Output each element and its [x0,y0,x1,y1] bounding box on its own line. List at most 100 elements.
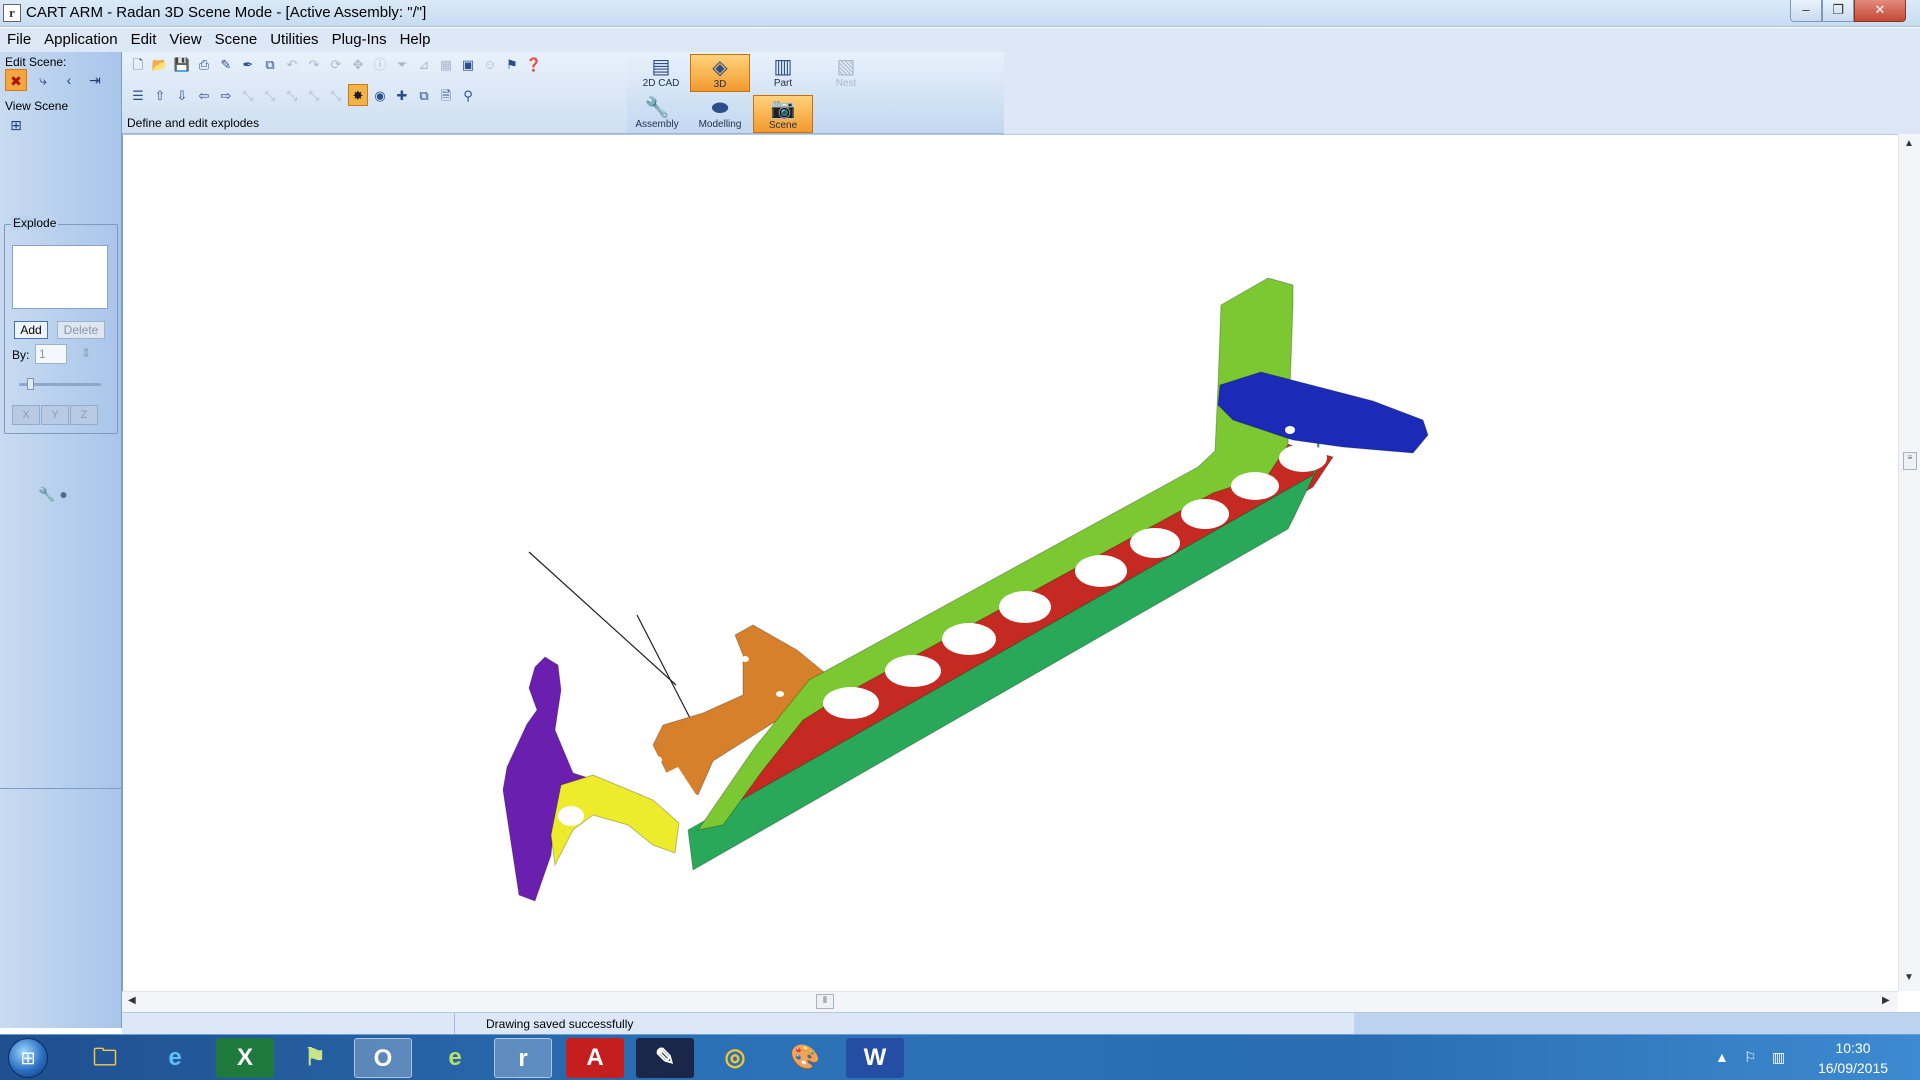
taskbar-outlook[interactable]: O [354,1038,412,1078]
help-icon[interactable]: ❓ [524,54,544,76]
move-cross-icon[interactable]: ✚ [392,85,412,107]
taskbar-excel[interactable]: X [216,1038,274,1078]
align-icon[interactable]: ⤡ [326,85,346,107]
align-icon[interactable]: ⤡ [238,85,258,107]
arrow-down-icon[interactable]: ⇩ [172,85,192,107]
scroll-grip-icon[interactable]: ≡ [1903,452,1917,470]
pin-icon[interactable]: ⚑ [502,54,522,76]
grid-icon[interactable]: ▦ [436,54,456,76]
export-icon[interactable]: ⇥ [84,69,106,91]
horizontal-scrollbar[interactable]: ◀ ⦀ ▶ [122,991,1898,1012]
save-icon[interactable]: 💾 [172,54,192,76]
undo-icon[interactable]: ↶ [282,54,302,76]
taskbar-acrobat[interactable]: A [566,1038,624,1078]
mode-modelling[interactable]: ⬬ Modelling [690,95,750,133]
mode-3d[interactable]: ◈ 3D [690,54,750,92]
explode-icon[interactable]: ✸ [348,84,368,106]
axis-z-button[interactable]: Z [70,405,98,425]
mode-2d-cad[interactable]: ▤ 2D CAD [631,54,691,92]
redo-icon[interactable]: ↷ [304,54,324,76]
user-icon[interactable]: ☺ [480,54,500,76]
scroll-right-icon[interactable]: ▶ [1882,995,1890,1006]
select-icon[interactable]: ▣ [458,54,478,76]
taskbar-word[interactable]: W [846,1038,904,1078]
scroll-grip-icon[interactable]: ⦀ [816,994,834,1009]
taskbar-explorer[interactable]: 🗀 [76,1038,134,1078]
menu-help[interactable]: Help [393,28,437,52]
menu-file[interactable]: File [0,28,37,52]
taskbar-maps[interactable]: ⚑ [286,1038,344,1078]
copy-icon[interactable]: ⧉ [414,85,434,107]
tray-network-icon[interactable]: ▥ [1772,1049,1785,1066]
tray-expand-icon[interactable]: ▲ [1715,1049,1729,1065]
taskbar-radan[interactable]: r [494,1038,552,1078]
explode-distance-input[interactable] [35,344,67,364]
delete-explode-button[interactable]: Delete [57,321,105,339]
explode-list[interactable] [12,245,108,309]
scroll-down-icon[interactable]: ▼ [1904,972,1914,983]
print-icon[interactable]: ⎙ [194,54,214,76]
dot-icon[interactable]: ● [59,486,67,502]
menu-utilities[interactable]: Utilities [263,28,324,52]
explode-slider-thumb[interactable] [26,378,34,390]
vertical-scrollbar[interactable]: ▲ ≡ ▼ [1898,134,1920,991]
start-button[interactable]: ⊞ [8,1038,48,1078]
add-explode-button[interactable]: Add [14,321,48,339]
new-icon[interactable]: 🗋 [128,54,148,76]
taskbar-chrome[interactable]: ◎ [706,1038,764,1078]
copy-icon[interactable]: ⧉ [260,54,280,76]
radan-app-icon[interactable]: r [3,4,21,22]
measure-icon[interactable]: ⊿ [414,54,434,76]
taskbar-internet-explorer[interactable]: e [146,1038,204,1078]
menu-plug-ins[interactable]: Plug-Ins [325,28,393,52]
menu-view[interactable]: View [162,28,207,52]
mode-scene[interactable]: 📷 Scene [753,95,813,133]
assembly-model[interactable] [123,135,1899,992]
info-icon[interactable]: ⓘ [370,54,390,76]
scene-step-icon[interactable]: ⤷ [32,69,54,91]
pencil-icon[interactable]: ✎ [216,54,236,76]
align-icon[interactable]: ⤡ [282,85,302,107]
wrench-icon[interactable]: 🔧 [38,486,55,502]
page-icon[interactable]: 🗎 [436,85,456,107]
explode-mode-icon[interactable]: ✖ [5,69,27,91]
taskbar-paint[interactable]: 🎨 [776,1038,834,1078]
pen-tool-icon[interactable]: ✒ [238,54,258,76]
arrow-left-icon[interactable]: ⇦ [194,85,214,107]
maximize-button[interactable]: ❐ [1822,0,1854,22]
axis-x-button[interactable]: X [12,405,40,425]
taskbar-tool[interactable]: ✎ [636,1038,694,1078]
arrow-right-icon[interactable]: ⇨ [216,85,236,107]
target-icon[interactable]: ◉ [370,85,390,107]
mode-nest[interactable]: ▧ Nest [816,54,876,92]
axis-y-button[interactable]: Y [41,405,69,425]
close-button[interactable]: ✕ [1854,0,1906,22]
open-icon[interactable]: 📂 [150,54,170,76]
menu-application[interactable]: Application [37,28,123,52]
mode-assembly[interactable]: 🔧 Assembly [627,95,687,133]
scene-side-panel: Edit Scene: ✖ ⤷ ‹ ⇥ View Scene ⊞ Explode… [0,52,122,1028]
menu-scene[interactable]: Scene [208,28,264,52]
filter-icon[interactable]: ⏷ [392,54,412,76]
taskbar-clock[interactable]: 10:30 16/09/2015 [1808,1038,1898,1078]
align-icon[interactable]: ⤡ [260,85,280,107]
scroll-left-icon[interactable]: ◀ [128,995,136,1006]
scroll-up-icon[interactable]: ▲ [1904,138,1914,149]
minimize-button[interactable]: – [1790,0,1822,22]
3d-viewport[interactable] [122,134,1898,991]
tray-flag-icon[interactable]: ⚐ [1744,1049,1757,1066]
2d-cad-icon: ▤ [651,56,671,78]
3d-icon: ◈ [712,57,728,79]
list-icon[interactable]: ☰ [128,85,148,107]
align-icon[interactable]: ⤡ [304,85,324,107]
mode-part[interactable]: ▥ Part [753,54,813,92]
taskbar-edge[interactable]: e [426,1038,484,1078]
step-back-icon[interactable]: ‹ [58,69,80,91]
menu-edit[interactable]: Edit [124,28,163,52]
distance-spin-icon[interactable]: ⇕ [81,346,91,360]
arrow-up-icon[interactable]: ⇧ [150,85,170,107]
move-icon[interactable]: ✥ [348,54,368,76]
eyedropper-icon[interactable]: ⚲ [458,85,478,107]
rotate-icon[interactable]: ⟳ [326,54,346,76]
scene-tree-icon[interactable]: ⊞ [5,114,27,136]
